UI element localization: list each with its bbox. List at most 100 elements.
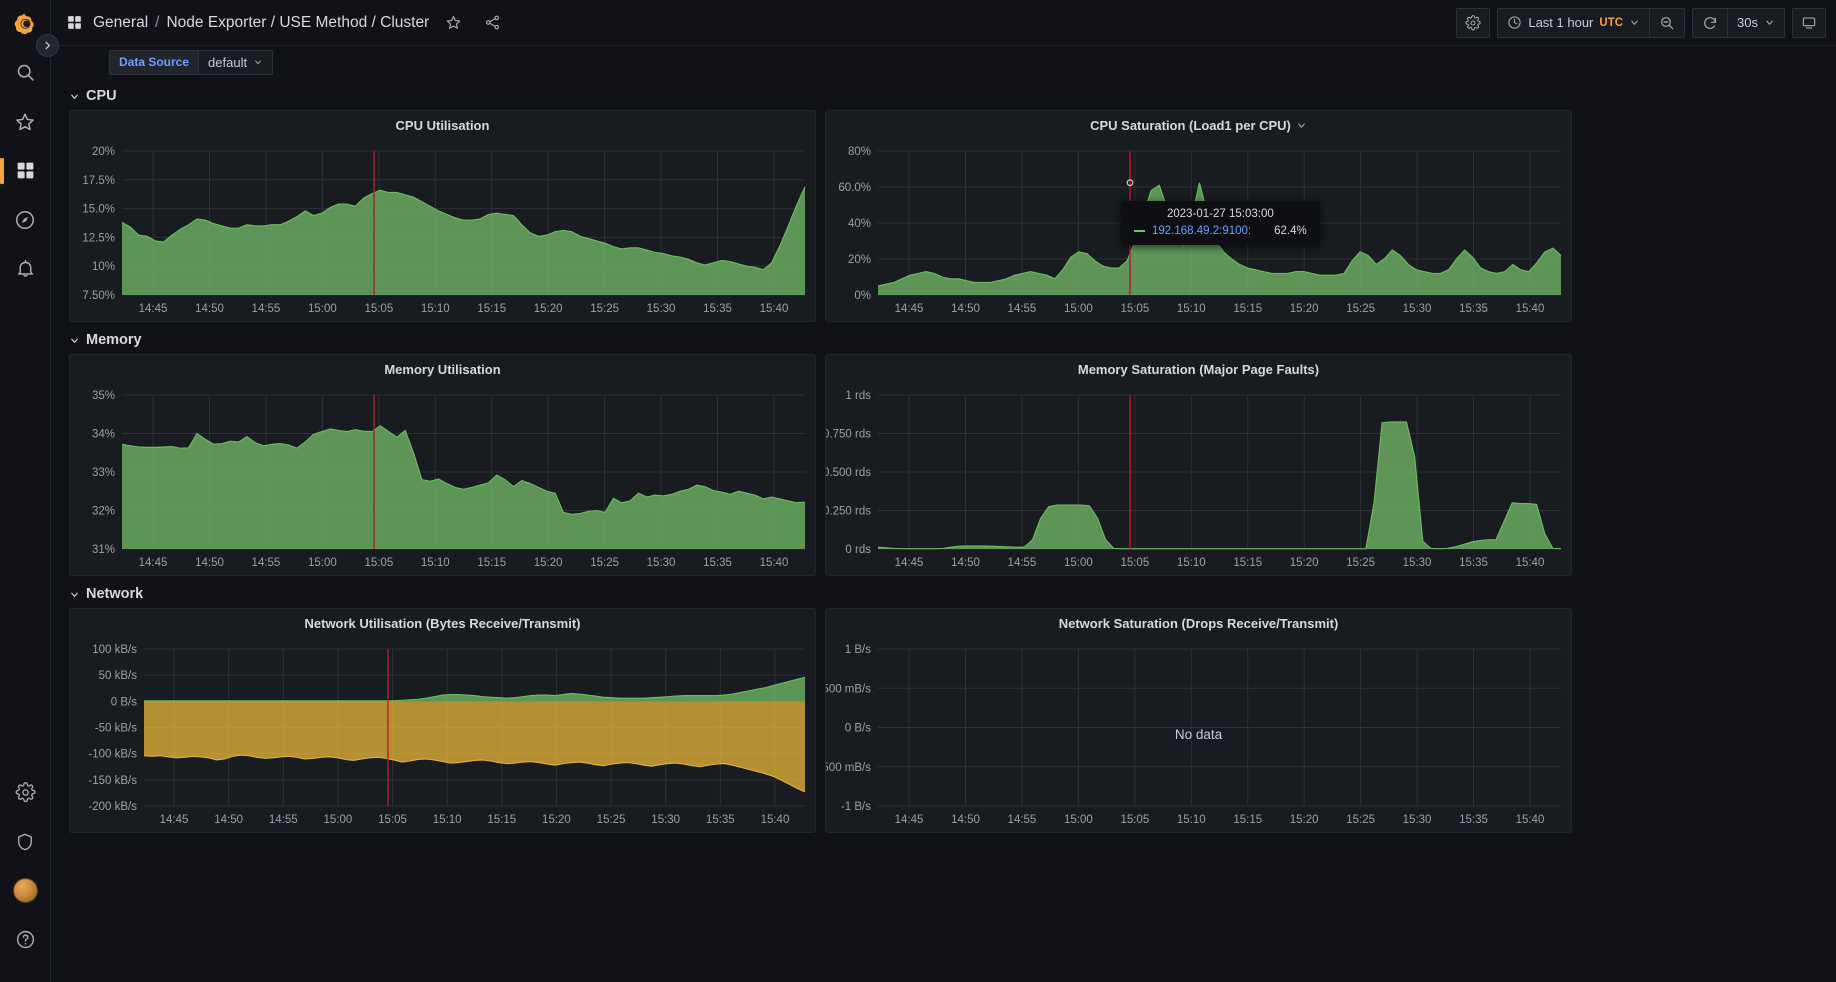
panel-body-cpu-saturation[interactable]: 80% 60.0% 40% 20% 0% 14:45 14:50 14:55 15:00 15:0… bbox=[826, 139, 1571, 321]
panel-title-cpu-saturation[interactable]: CPU Saturation (Load1 per CPU) bbox=[826, 111, 1571, 139]
tooltip-series-name: 192.168.49.2:9100: bbox=[1152, 225, 1252, 237]
svg-text:31%: 31% bbox=[92, 544, 115, 556]
sidebar-item-starred[interactable] bbox=[0, 97, 51, 146]
svg-text:7.50%: 7.50% bbox=[82, 290, 115, 302]
svg-text:14:50: 14:50 bbox=[195, 303, 224, 315]
panel-body-memory-utilisation[interactable]: 35% 34% 33% 32% 31% 14:45 14:50 14:55 15:00 15:05… bbox=[70, 383, 815, 575]
svg-text:14:45: 14:45 bbox=[139, 303, 168, 315]
time-range-picker[interactable]: Last 1 hour UTC bbox=[1498, 9, 1649, 37]
breadcrumb-folder[interactable]: General bbox=[93, 14, 148, 32]
panel-body-memory-saturation[interactable]: 1 rds 0.750 rds 0.500 rds 0.250 rds 0 rds 14:… bbox=[826, 383, 1571, 575]
zoom-out-time-button[interactable] bbox=[1649, 8, 1684, 37]
breadcrumb: General / Node Exporter / USE Method / C… bbox=[63, 12, 504, 33]
panel-title-memory-saturation[interactable]: Memory Saturation (Major Page Faults) bbox=[826, 355, 1571, 383]
dashboard-settings-button[interactable] bbox=[1456, 7, 1491, 38]
svg-text:15:00: 15:00 bbox=[308, 557, 337, 569]
tv-mode-button[interactable] bbox=[1792, 7, 1826, 38]
svg-text:40%: 40% bbox=[848, 218, 871, 230]
panel-title-cpu-utilisation[interactable]: CPU Utilisation bbox=[70, 111, 815, 139]
refresh-dashboard-button[interactable] bbox=[1693, 9, 1727, 37]
panel-title-memory-utilisation[interactable]: Memory Utilisation bbox=[70, 355, 815, 383]
svg-text:15:00: 15:00 bbox=[1064, 557, 1093, 569]
svg-text:15:10: 15:10 bbox=[1177, 303, 1206, 315]
svg-text:14:55: 14:55 bbox=[252, 303, 281, 315]
svg-text:15:30: 15:30 bbox=[647, 303, 676, 315]
share-icon[interactable] bbox=[481, 12, 504, 33]
svg-text:14:50: 14:50 bbox=[951, 557, 980, 569]
panel-title-text: Memory Saturation (Major Page Faults) bbox=[1077, 361, 1320, 377]
panel-title-network-saturation[interactable]: Network Saturation (Drops Receive/Transm… bbox=[826, 609, 1571, 637]
svg-text:80%: 80% bbox=[848, 146, 871, 158]
sidebar-item-alerting[interactable] bbox=[0, 244, 51, 293]
dashboard-submenu: Data Source default bbox=[51, 46, 1836, 78]
svg-text:14:45: 14:45 bbox=[895, 557, 924, 569]
svg-text:15.0%: 15.0% bbox=[82, 204, 115, 216]
star-icon[interactable] bbox=[442, 12, 465, 33]
panel-body-network-saturation[interactable]: 1 B/s500 mB/s0 B/s-500 mB/s-1 B/s14:4514… bbox=[826, 637, 1571, 832]
row-header-memory[interactable]: Memory bbox=[60, 326, 1827, 354]
panel-menu-chevron-icon[interactable] bbox=[1296, 120, 1307, 131]
svg-text:15:15: 15:15 bbox=[477, 303, 506, 315]
svg-text:15:40: 15:40 bbox=[760, 303, 789, 315]
svg-text:33%: 33% bbox=[92, 467, 115, 479]
main-content: General / Node Exporter / USE Method / C… bbox=[51, 0, 1836, 982]
timezone-label: UTC bbox=[1599, 16, 1624, 29]
svg-text:15:35: 15:35 bbox=[703, 303, 732, 315]
chart-memory-utilisation[interactable]: 35% 34% 33% 32% 31% 14:45 14:50 14:55 15:00 15:05… bbox=[70, 383, 815, 575]
refresh-picker-group: 30s bbox=[1692, 7, 1785, 38]
panel-title-text: CPU Utilisation bbox=[395, 117, 490, 133]
chevron-down-icon bbox=[71, 94, 78, 99]
svg-text:35%: 35% bbox=[92, 390, 115, 402]
refresh-interval-label: 30s bbox=[1737, 15, 1758, 30]
svg-text:15:20: 15:20 bbox=[542, 814, 571, 826]
svg-text:15:20: 15:20 bbox=[534, 557, 563, 569]
svg-text:15:05: 15:05 bbox=[378, 814, 407, 826]
svg-text:17.5%: 17.5% bbox=[82, 175, 115, 187]
panel-body-network-utilisation[interactable]: 100 kB/s 50 kB/s 0 B/s -50 kB/s -100 kB/s -15… bbox=[70, 637, 815, 832]
sidebar-item-configuration[interactable] bbox=[0, 768, 51, 817]
svg-text:14:50: 14:50 bbox=[195, 557, 224, 569]
svg-text:0.250 rds: 0.250 rds bbox=[826, 506, 871, 518]
chart-cpu-utilisation[interactable]: 20% 17.5% 15.0% 12.5% 10% 7.50% 14:45 14:50 14:5… bbox=[70, 139, 815, 321]
time-picker-group: Last 1 hour UTC bbox=[1497, 7, 1686, 38]
svg-text:15:05: 15:05 bbox=[364, 303, 393, 315]
svg-text:15:20: 15:20 bbox=[534, 303, 563, 315]
sidebar-item-explore[interactable] bbox=[0, 195, 51, 244]
svg-text:15:30: 15:30 bbox=[1403, 303, 1432, 315]
chart-network-utilisation[interactable]: 100 kB/s 50 kB/s 0 B/s -50 kB/s -100 kB/s -15… bbox=[70, 637, 815, 832]
sidebar-item-help[interactable] bbox=[0, 915, 51, 964]
svg-text:14:45: 14:45 bbox=[895, 303, 924, 315]
svg-text:15:40: 15:40 bbox=[1516, 303, 1545, 315]
svg-text:34%: 34% bbox=[92, 429, 115, 441]
sidebar-item-dashboards[interactable] bbox=[0, 146, 51, 195]
panel-memory-utilisation: Memory Utilisation 35% 34% 33% 32% 31% 14:45 1… bbox=[69, 354, 816, 576]
row-header-network[interactable]: Network bbox=[60, 580, 1827, 608]
user-avatar[interactable] bbox=[0, 866, 51, 915]
sidebar-expand-button[interactable] bbox=[36, 34, 59, 57]
svg-text:15:35: 15:35 bbox=[1459, 303, 1488, 315]
svg-text:15:10: 15:10 bbox=[433, 814, 462, 826]
panel-title-network-utilisation[interactable]: Network Utilisation (Bytes Receive/Trans… bbox=[70, 609, 815, 637]
svg-text:15:15: 15:15 bbox=[1233, 303, 1262, 315]
svg-text:15:25: 15:25 bbox=[1346, 303, 1375, 315]
svg-text:15:30: 15:30 bbox=[1403, 557, 1432, 569]
panel-network-saturation: Network Saturation (Drops Receive/Transm… bbox=[825, 608, 1572, 833]
svg-text:0 rds: 0 rds bbox=[845, 544, 871, 556]
chart-tooltip: 2023-01-27 15:03:00 192.168.49.2:9100: 62.… bbox=[1121, 201, 1320, 245]
breadcrumb-dashboard-title[interactable]: Node Exporter / USE Method / Cluster bbox=[166, 14, 429, 32]
sidebar-item-server-admin[interactable] bbox=[0, 817, 51, 866]
dashboard-panels: CPU CPU Utilisation 20% 17.5% 15.0% 12.5% 10… bbox=[51, 78, 1836, 982]
row-header-cpu[interactable]: CPU bbox=[60, 82, 1827, 110]
sidebar bbox=[0, 0, 59, 982]
svg-text:14:50: 14:50 bbox=[951, 303, 980, 315]
svg-text:0 B/s: 0 B/s bbox=[111, 696, 137, 708]
refresh-interval-picker[interactable]: 30s bbox=[1727, 8, 1784, 37]
svg-text:15:35: 15:35 bbox=[703, 557, 732, 569]
panel-body-cpu-utilisation[interactable]: 20% 17.5% 15.0% 12.5% 10% 7.50% 14:45 14:50 14:5… bbox=[70, 139, 815, 321]
svg-text:15:40: 15:40 bbox=[761, 814, 790, 826]
svg-text:14:55: 14:55 bbox=[269, 814, 298, 826]
topbar-actions: Last 1 hour UTC 30s bbox=[1456, 7, 1826, 38]
chart-memory-saturation[interactable]: 1 rds 0.750 rds 0.500 rds 0.250 rds 0 rds 14:… bbox=[826, 383, 1571, 575]
svg-text:15:00: 15:00 bbox=[308, 303, 337, 315]
datasource-variable-select[interactable]: default bbox=[198, 49, 274, 75]
